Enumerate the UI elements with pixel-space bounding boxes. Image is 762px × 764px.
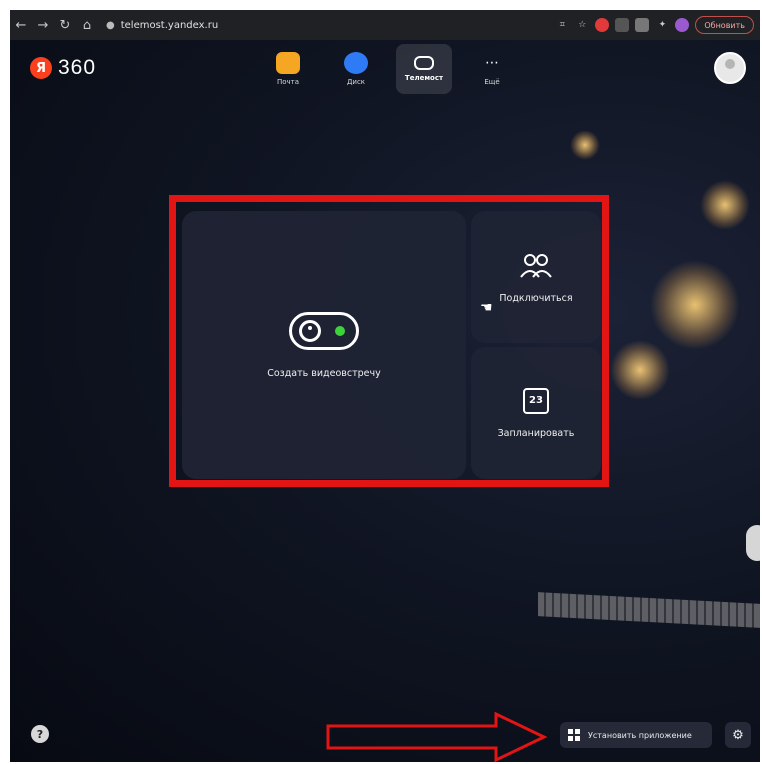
city-lights [570, 130, 600, 160]
city-lights [700, 180, 750, 230]
services-nav: Почта Диск Телемост ⋯ Ещё [260, 44, 520, 94]
logo-text: 360 [58, 56, 97, 79]
qr-icon[interactable]: ⌗ [555, 18, 569, 32]
forward-arrow-icon[interactable]: → [32, 14, 54, 36]
tab-search-icon[interactable] [635, 18, 650, 32]
extension-badge-icon[interactable] [615, 18, 630, 32]
back-arrow-icon[interactable]: ← [10, 14, 32, 36]
service-mail[interactable]: Почта [260, 44, 316, 94]
city-lights [650, 260, 740, 350]
gear-icon[interactable]: ⚙ [725, 722, 751, 748]
side-panel-handle[interactable] [746, 525, 760, 561]
annotation-arrow [326, 712, 548, 762]
home-icon[interactable]: ⌂ [76, 14, 98, 36]
yandex-360-logo[interactable]: Я 360 [30, 56, 96, 80]
mail-icon [276, 52, 300, 74]
disk-icon [344, 52, 368, 74]
service-more[interactable]: ⋯ Ещё [464, 44, 520, 94]
reload-icon[interactable]: ↻ [54, 14, 76, 36]
logo-badge: Я [30, 57, 52, 79]
satellite-panel [538, 592, 760, 628]
avatar[interactable] [714, 52, 746, 84]
service-label: Почта [276, 78, 300, 86]
city-lights [610, 340, 670, 400]
app-window: ← → ↻ ⌂ ● telemost.yandex.ru ⌗ ☆ ✦ Обнов… [10, 10, 760, 762]
adblock-icon[interactable] [595, 18, 610, 32]
install-app-button[interactable]: Установить приложение [560, 722, 712, 748]
puzzle-icon[interactable]: ✦ [655, 18, 669, 32]
telemost-icon [414, 56, 434, 70]
service-telemost[interactable]: Телемост [396, 44, 452, 94]
lock-icon: ● [106, 19, 115, 31]
service-label: Диск [346, 78, 366, 86]
update-button[interactable]: Обновить [695, 16, 754, 34]
more-icon: ⋯ [485, 55, 499, 71]
star-icon[interactable]: ☆ [575, 18, 589, 32]
highlight-frame [169, 195, 609, 487]
address-text: telemost.yandex.ru [120, 19, 219, 31]
extensions-row: ⌗ ☆ ✦ Обновить [555, 16, 760, 34]
browser-toolbar: ← → ↻ ⌂ ● telemost.yandex.ru ⌗ ☆ ✦ Обнов… [10, 10, 760, 40]
service-disk[interactable]: Диск [328, 44, 384, 94]
profile-icon[interactable] [675, 18, 690, 32]
install-app-label: Установить приложение [588, 730, 692, 740]
service-label: Телемост [404, 74, 444, 82]
windows-icon [568, 729, 580, 741]
address-bar[interactable]: ● telemost.yandex.ru [106, 14, 486, 36]
service-label: Ещё [484, 78, 500, 86]
help-icon[interactable]: ? [31, 725, 49, 743]
